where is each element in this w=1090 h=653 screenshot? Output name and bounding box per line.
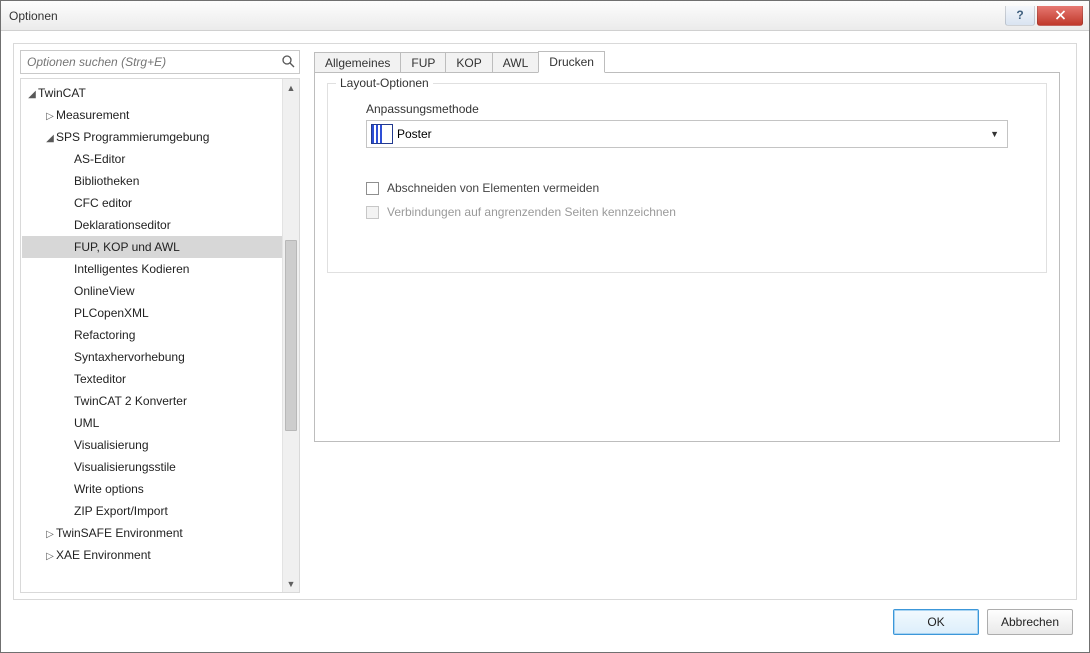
- search-box: [20, 50, 300, 74]
- method-value: Poster: [397, 127, 432, 141]
- content-pane: Allgemeines FUP KOP AWL Drucken Layout-O…: [306, 44, 1076, 599]
- tree-leaf[interactable]: ·Visualisierung: [22, 434, 282, 456]
- expander-icon[interactable]: ◢: [26, 84, 38, 106]
- expander-icon[interactable]: ▷: [44, 546, 56, 568]
- cancel-button[interactable]: Abbrechen: [987, 609, 1073, 635]
- tree-leaf[interactable]: ·Syntaxhervorhebung: [22, 346, 282, 368]
- tree-leaf[interactable]: ·Texteditor: [22, 368, 282, 390]
- tree-leaf[interactable]: ·PLCopenXML: [22, 302, 282, 324]
- checkbox-avoid-cut[interactable]: Abschneiden von Elementen vermeiden: [366, 176, 1032, 200]
- checkbox-icon: [366, 182, 379, 195]
- titlebar: Optionen ?: [1, 1, 1089, 31]
- tree-leaf[interactable]: ·OnlineView: [22, 280, 282, 302]
- tab-awl[interactable]: AWL: [492, 52, 540, 73]
- options-dialog: Optionen ? ◢Tw: [0, 0, 1090, 653]
- tree-leaf[interactable]: ·Refactoring: [22, 324, 282, 346]
- search-input[interactable]: [20, 50, 300, 74]
- expander-icon[interactable]: ◢: [44, 128, 56, 150]
- main-panel: ◢TwinCAT ▷Measurement ◢SPS Programmierum…: [13, 43, 1077, 600]
- tree-leaf[interactable]: ·CFC editor: [22, 192, 282, 214]
- method-label: Anpassungsmethode: [366, 102, 1032, 116]
- scroll-down-icon[interactable]: ▼: [283, 575, 299, 592]
- window-controls: ?: [1003, 6, 1083, 26]
- tab-allgemeines[interactable]: Allgemeines: [314, 52, 401, 73]
- tab-strip: Allgemeines FUP KOP AWL Drucken: [314, 48, 1064, 72]
- close-button[interactable]: [1037, 6, 1083, 26]
- tab-body: Layout-Optionen Anpassungsmethode Poster…: [314, 72, 1060, 442]
- checkbox-mark-connections: Verbindungen auf angrenzenden Seiten ken…: [366, 200, 1032, 224]
- tree-node-sps[interactable]: ◢SPS Programmierumgebung: [22, 126, 282, 148]
- tree-leaf[interactable]: ·ZIP Export/Import: [22, 500, 282, 522]
- window-title: Optionen: [1, 9, 1003, 23]
- sidebar: ◢TwinCAT ▷Measurement ◢SPS Programmierum…: [14, 44, 306, 599]
- ok-button[interactable]: OK: [893, 609, 979, 635]
- poster-icon: [371, 124, 393, 144]
- tree-container: ◢TwinCAT ▷Measurement ◢SPS Programmierum…: [20, 78, 300, 593]
- expander-icon[interactable]: ▷: [44, 106, 56, 128]
- client-area: ◢TwinCAT ▷Measurement ◢SPS Programmierum…: [1, 31, 1089, 652]
- tree-leaf[interactable]: ·Intelligentes Kodieren: [22, 258, 282, 280]
- search-icon: [281, 54, 295, 71]
- help-button[interactable]: ?: [1005, 6, 1035, 26]
- chevron-down-icon: ▼: [990, 129, 999, 139]
- options-tree[interactable]: ◢TwinCAT ▷Measurement ◢SPS Programmierum…: [22, 80, 282, 591]
- tree-leaf[interactable]: ·Visualisierungsstile: [22, 456, 282, 478]
- tab-kop[interactable]: KOP: [445, 52, 492, 73]
- tree-node-twinsafe[interactable]: ▷TwinSAFE Environment: [22, 522, 282, 544]
- scroll-thumb[interactable]: [285, 240, 297, 432]
- group-legend: Layout-Optionen: [336, 76, 433, 90]
- close-icon: [1055, 10, 1066, 20]
- tree-leaf[interactable]: ·AS-Editor: [22, 148, 282, 170]
- checkbox-icon: [366, 206, 379, 219]
- tree-leaf[interactable]: ·Deklarationseditor: [22, 214, 282, 236]
- tree-scrollbar[interactable]: ▲ ▼: [282, 79, 299, 592]
- layout-options-group: Layout-Optionen Anpassungsmethode Poster…: [327, 83, 1047, 273]
- scroll-up-icon[interactable]: ▲: [283, 79, 299, 96]
- tree-node-xae[interactable]: ▷XAE Environment: [22, 544, 282, 566]
- expander-icon[interactable]: ▷: [44, 524, 56, 546]
- method-combo[interactable]: Poster ▼: [366, 120, 1008, 148]
- tree-leaf-selected[interactable]: ·FUP, KOP und AWL: [22, 236, 282, 258]
- dialog-footer: OK Abbrechen: [13, 600, 1077, 644]
- tab-drucken[interactable]: Drucken: [538, 51, 605, 73]
- tree-node-measurement[interactable]: ▷Measurement: [22, 104, 282, 126]
- tab-fup[interactable]: FUP: [400, 52, 446, 73]
- tree-leaf[interactable]: ·Bibliotheken: [22, 170, 282, 192]
- scroll-track[interactable]: [283, 96, 299, 575]
- tree-leaf[interactable]: ·UML: [22, 412, 282, 434]
- tree-leaf[interactable]: ·Write options: [22, 478, 282, 500]
- tree-node-twincat[interactable]: ◢TwinCAT: [22, 82, 282, 104]
- tree-leaf[interactable]: ·TwinCAT 2 Konverter: [22, 390, 282, 412]
